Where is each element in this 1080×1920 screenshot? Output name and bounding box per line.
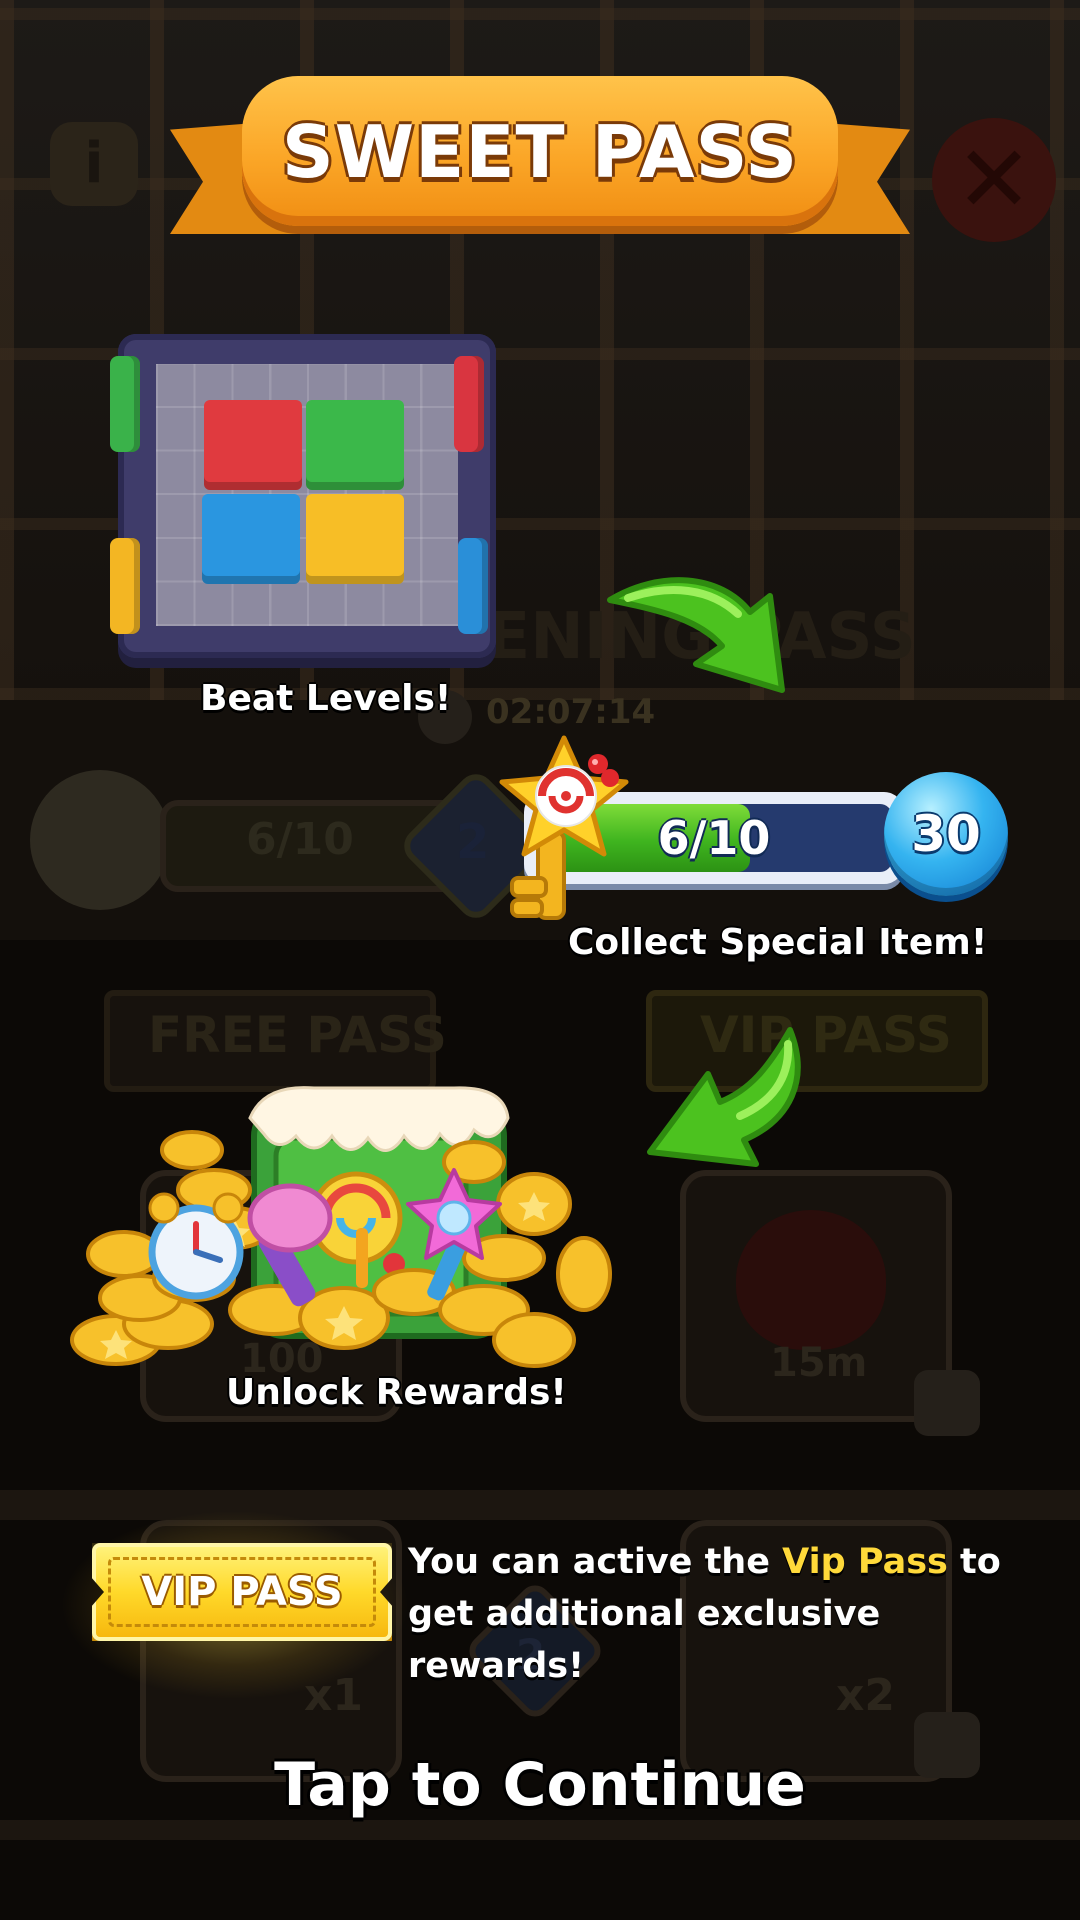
arrow-down-right-icon (607, 577, 785, 693)
green-block (306, 400, 404, 490)
red-block (204, 400, 302, 490)
arrow-down-left-icon (647, 1027, 801, 1167)
blue-exit-door (458, 538, 488, 634)
ribbon-banner: SWEET PASS (242, 76, 838, 226)
close-icon: ✕ (955, 126, 1033, 233)
alarm-clock-icon (148, 1192, 244, 1300)
yellow-exit-door (110, 538, 140, 634)
board-grid (156, 364, 458, 626)
close-button[interactable]: ✕ (932, 118, 1056, 242)
vip-pass-label: VIP PASS (141, 1569, 343, 1615)
yellow-block (306, 494, 404, 584)
puzzle-board-image (110, 334, 496, 658)
bg-flower-icon (30, 770, 170, 910)
beat-levels-label: Beat Levels! (200, 678, 452, 719)
bg-heart-duration: 15m (770, 1340, 868, 1386)
level-bubble: 30 (884, 772, 1008, 896)
tap-to-continue[interactable]: Tap to Continue (0, 1750, 1080, 1820)
unlock-rewards-label: Unlock Rewards! (226, 1372, 567, 1413)
info-icon: i (84, 131, 104, 196)
bg-free-pass-label: FREE PASS (148, 1006, 447, 1064)
vip-description: You can active the Vip Pass to get addit… (408, 1536, 1008, 1692)
collect-item-label: Collect Special Item! (568, 922, 988, 963)
bg-lock-icon (914, 1370, 980, 1436)
level-number: 30 (911, 805, 981, 863)
bg-progress-text: 6/10 (246, 814, 354, 865)
reward-pile-image (70, 1086, 612, 1368)
title-ribbon: SWEET PASS (170, 60, 910, 250)
blue-block (202, 494, 300, 584)
lollipop-key-icon (499, 735, 629, 920)
page-title: SWEET PASS (281, 110, 799, 194)
bg-heart-icon (736, 1210, 886, 1350)
red-exit-door (454, 356, 484, 452)
green-exit-door (110, 356, 140, 452)
info-button[interactable]: i (50, 122, 138, 206)
divider-band-bottom (0, 1820, 1080, 1840)
vip-pass-button[interactable]: VIP PASS (92, 1543, 392, 1641)
vip-desc-prefix: You can active the (408, 1542, 783, 1582)
vip-desc-highlight: Vip Pass (782, 1542, 948, 1582)
bg-level-number: 2 (456, 814, 490, 870)
